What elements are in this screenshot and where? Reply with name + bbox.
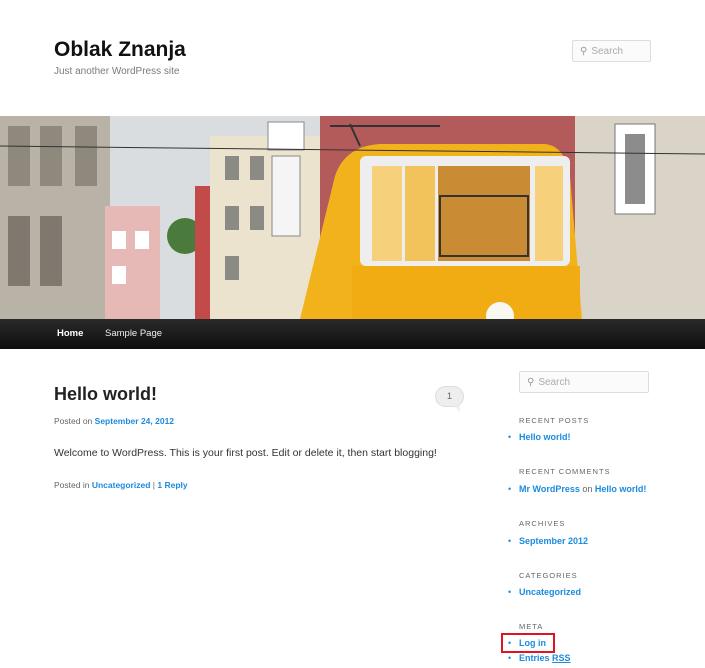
recent-comment-item: • Mr WordPress on Hello world! [508, 484, 646, 494]
archive-item: • September 2012 [508, 536, 588, 546]
posted-in-label: Posted in [54, 480, 90, 490]
widget-title-meta: META [519, 622, 544, 631]
post-date-link[interactable]: September 24, 2012 [95, 416, 174, 426]
widget-title-archives: ARCHIVES [519, 519, 566, 528]
posted-on-label: Posted on [54, 416, 93, 426]
archive-link[interactable]: September 2012 [519, 536, 588, 546]
tram-street-illustration [0, 116, 705, 319]
bullet-icon: • [508, 587, 512, 597]
comment-connector: on [582, 484, 593, 494]
post-title[interactable]: Hello world! [54, 384, 157, 405]
meta-item-login: • Log in [508, 638, 546, 648]
sidebar-search-input[interactable]: ⚲ Search [519, 371, 649, 393]
nav-item-sample-page[interactable]: Sample Page [105, 328, 162, 339]
entries-label: Entries [519, 653, 550, 663]
widget-title-categories: CATEGORIES [519, 571, 578, 580]
main-navigation: Home Sample Page [0, 319, 705, 349]
post-meta-date: Posted on September 24, 2012 [54, 416, 174, 426]
bullet-icon: • [508, 536, 512, 546]
sidebar-search-placeholder: Search [538, 377, 571, 388]
meta-item-entries-rss: • Entries RSS [508, 653, 571, 663]
search-icon: ⚲ [527, 377, 535, 388]
header-search-input[interactable]: ⚲ Search [572, 40, 651, 62]
category-item: • Uncategorized [508, 587, 581, 597]
comment-count-bubble[interactable]: 1 [435, 386, 464, 412]
bullet-icon: • [508, 432, 512, 442]
header-search-placeholder: Search [591, 46, 624, 57]
login-link[interactable]: Log in [519, 638, 546, 648]
search-icon: ⚲ [580, 46, 588, 57]
category-link[interactable]: Uncategorized [92, 480, 151, 490]
rss-label: RSS [552, 653, 571, 663]
post-content: Welcome to WordPress. This is your first… [54, 447, 437, 459]
post-footer-meta: Posted in Uncategorized | 1 Reply [54, 480, 188, 490]
nav-item-home[interactable]: Home [57, 328, 83, 339]
entries-rss-link[interactable]: Entries RSS [519, 653, 571, 663]
bullet-icon: • [508, 638, 512, 648]
bullet-icon: • [508, 653, 512, 663]
bullet-icon: • [508, 484, 512, 494]
site-title[interactable]: Oblak Znanja [54, 38, 186, 62]
recent-post-link[interactable]: Hello world! [519, 432, 571, 442]
site-description: Just another WordPress site [54, 66, 180, 77]
category-sidebar-link[interactable]: Uncategorized [519, 587, 581, 597]
meta-separator: | [152, 480, 155, 490]
recent-post-item: • Hello world! [508, 432, 571, 442]
header-banner-image[interactable] [0, 116, 705, 319]
reply-link[interactable]: 1 Reply [157, 480, 187, 490]
widget-title-recent-comments: RECENT COMMENTS [519, 467, 611, 476]
widget-title-recent-posts: RECENT POSTS [519, 416, 590, 425]
comment-post-link[interactable]: Hello world! [595, 484, 647, 494]
comment-author-link[interactable]: Mr WordPress [519, 484, 580, 494]
